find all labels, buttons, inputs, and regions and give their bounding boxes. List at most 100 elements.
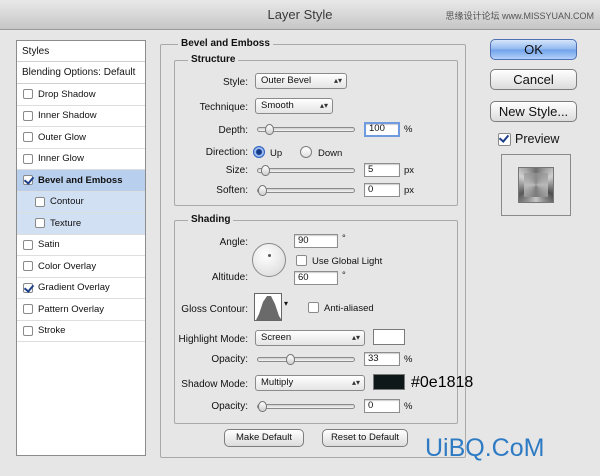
style-item-checkbox[interactable]	[23, 261, 33, 272]
style-item-gradient-overlay[interactable]: Gradient Overlay	[17, 278, 145, 299]
soften-slider-knob[interactable]	[258, 185, 267, 196]
shadow-mode-label: Shadow Mode:	[181, 379, 248, 390]
use-global-light-label: Use Global Light	[312, 256, 383, 267]
direction-up-label: Up	[270, 148, 283, 159]
style-item-label: Stroke	[38, 325, 66, 337]
cancel-button[interactable]: Cancel	[490, 69, 577, 90]
preview-thumbnail	[501, 154, 571, 216]
angle-unit: °	[342, 233, 346, 244]
new-style-button[interactable]: New Style...	[490, 101, 577, 122]
use-global-light-checkbox[interactable]	[296, 255, 307, 266]
make-default-button[interactable]: Make Default	[224, 429, 304, 447]
style-item-checkbox[interactable]	[23, 325, 33, 336]
style-item-label: Satin	[38, 239, 60, 251]
depth-slider[interactable]	[257, 124, 355, 135]
highlight-mode-label: Highlight Mode:	[178, 334, 248, 345]
style-item-checkbox[interactable]	[23, 110, 33, 121]
style-item-bevel-and-emboss[interactable]: Bevel and Emboss	[17, 170, 145, 192]
style-item-label: Color Overlay	[38, 260, 97, 272]
gloss-contour-arrow-icon[interactable]: ▾	[284, 299, 288, 308]
style-item-inner-shadow[interactable]: Inner Shadow	[17, 106, 145, 127]
styles-header[interactable]: Styles	[17, 41, 145, 62]
gloss-contour-label: Gloss Contour:	[181, 304, 248, 315]
direction-down-radio[interactable]	[300, 146, 312, 158]
highlight-opacity-slider[interactable]	[257, 354, 355, 365]
anti-aliased-checkbox[interactable]	[308, 302, 319, 313]
shadow-mode-dropdown[interactable]: Multiply ▴▾	[255, 375, 365, 391]
style-item-checkbox[interactable]	[23, 132, 33, 143]
style-item-inner-glow[interactable]: Inner Glow	[17, 149, 145, 170]
angle-input[interactable]: 90	[294, 234, 338, 248]
direction-label: Direction:	[205, 147, 248, 158]
style-item-label: Bevel and Emboss	[38, 174, 123, 186]
style-item-label: Drop Shadow	[38, 88, 96, 100]
style-item-label: Pattern Overlay	[38, 303, 104, 315]
dropdown-arrows-icon: ▴▾	[333, 76, 342, 85]
highlight-color-swatch[interactable]	[373, 329, 405, 345]
preview-checkbox[interactable]	[498, 133, 511, 146]
style-item-checkbox[interactable]	[23, 304, 33, 315]
style-item-checkbox[interactable]	[35, 196, 45, 207]
style-item-stroke[interactable]: Stroke	[17, 321, 145, 342]
soften-slider[interactable]	[257, 185, 355, 196]
altitude-label: Altitude:	[211, 272, 248, 283]
reset-to-default-button[interactable]: Reset to Default	[322, 429, 408, 447]
technique-label: Technique:	[199, 102, 248, 113]
highlight-mode-dropdown[interactable]: Screen ▴▾	[255, 330, 365, 346]
size-slider-knob[interactable]	[260, 165, 270, 176]
shadow-opacity-knob[interactable]	[258, 401, 267, 412]
shading-group	[174, 220, 458, 424]
style-item-contour[interactable]: Contour	[17, 191, 145, 213]
shading-title: Shading	[188, 214, 234, 225]
soften-input[interactable]: 0	[364, 183, 400, 197]
anti-aliased-label: Anti-aliased	[324, 303, 374, 314]
style-item-satin[interactable]: Satin	[17, 235, 145, 256]
angle-dial[interactable]	[252, 243, 286, 277]
direction-up-radio[interactable]	[253, 146, 265, 158]
style-item-checkbox[interactable]	[35, 218, 45, 229]
soften-label: Soften:	[216, 185, 248, 196]
shadow-opacity-unit: %	[404, 401, 413, 412]
style-item-texture[interactable]: Texture	[17, 213, 145, 235]
depth-label: Depth:	[218, 125, 248, 136]
style-item-checkbox[interactable]	[23, 153, 33, 164]
shadow-color-swatch[interactable]	[373, 374, 405, 390]
contour-curve-icon	[256, 296, 281, 320]
style-item-label: Gradient Overlay	[38, 282, 110, 294]
depth-input[interactable]: 100	[364, 122, 400, 137]
style-item-checkbox[interactable]	[23, 239, 33, 250]
style-item-label: Inner Shadow	[38, 110, 97, 122]
styles-list: Styles Blending Options: Default Drop Sh…	[16, 40, 146, 456]
blending-options-item[interactable]: Blending Options: Default	[17, 62, 145, 84]
shadow-color-annotation: #0e1818	[411, 374, 474, 391]
depth-slider-knob[interactable]	[264, 124, 274, 135]
style-item-checkbox[interactable]	[23, 282, 33, 293]
style-item-outer-glow[interactable]: Outer Glow	[17, 127, 145, 149]
style-item-label: Contour	[50, 196, 84, 208]
altitude-unit: °	[342, 270, 346, 281]
dropdown-arrows-icon: ▴▾	[351, 378, 360, 387]
preview-bevel-image	[518, 167, 554, 203]
style-item-checkbox[interactable]	[23, 89, 33, 100]
size-slider[interactable]	[257, 165, 355, 176]
shadow-opacity-input[interactable]: 0	[364, 399, 400, 413]
style-item-checkbox[interactable]	[23, 175, 33, 186]
angle-dial-dot	[268, 254, 271, 257]
style-item-drop-shadow[interactable]: Drop Shadow	[17, 84, 145, 106]
technique-dropdown-value: Smooth	[261, 100, 294, 111]
style-item-label: Texture	[50, 217, 82, 229]
highlight-opacity-input[interactable]: 33	[364, 352, 400, 366]
dropdown-arrows-icon: ▴▾	[319, 101, 328, 110]
style-item-pattern-overlay[interactable]: Pattern Overlay	[17, 299, 145, 321]
style-dropdown[interactable]: Outer Bevel ▴▾	[255, 73, 347, 89]
preview-label: Preview	[515, 132, 560, 146]
dropdown-arrows-icon: ▴▾	[351, 333, 360, 342]
technique-dropdown[interactable]: Smooth ▴▾	[255, 98, 333, 114]
size-input[interactable]: 5	[364, 163, 400, 177]
shadow-opacity-slider[interactable]	[257, 401, 355, 412]
style-item-color-overlay[interactable]: Color Overlay	[17, 256, 145, 278]
structure-title: Structure	[188, 54, 239, 65]
altitude-input[interactable]: 60	[294, 271, 338, 285]
ok-button[interactable]: OK	[490, 39, 577, 60]
gloss-contour-preview[interactable]	[254, 293, 282, 321]
